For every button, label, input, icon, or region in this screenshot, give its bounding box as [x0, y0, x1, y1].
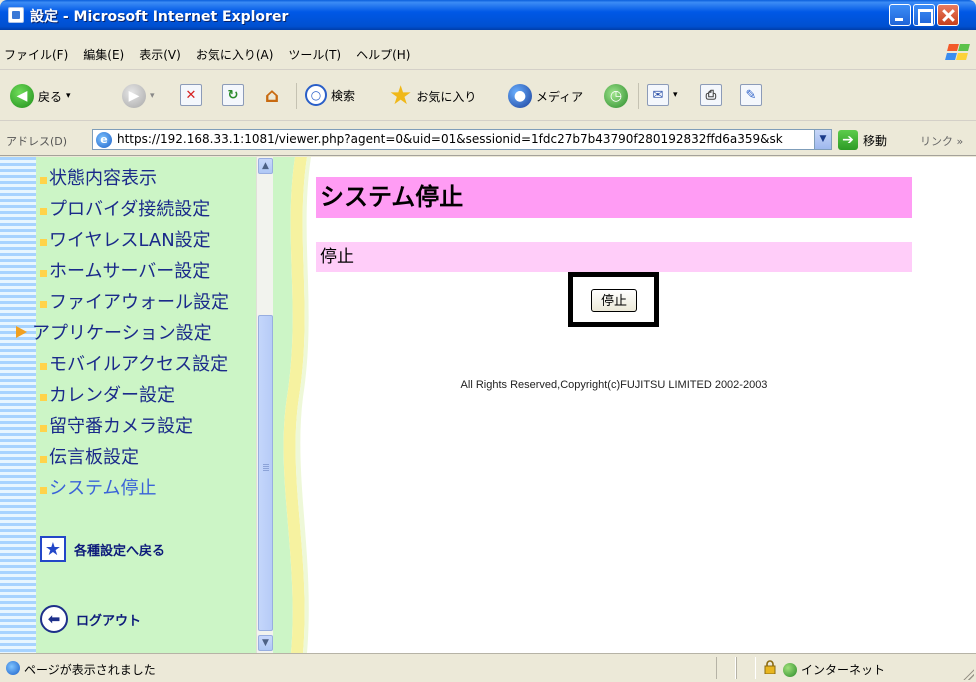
- address-url: https://192.168.33.1:1081/viewer.php?age…: [117, 132, 783, 146]
- go-arrow-icon: ➔: [838, 130, 858, 150]
- decorative-wave: [273, 157, 311, 653]
- address-label: アドレス(D): [6, 135, 68, 148]
- media-button[interactable]: ● メディア: [508, 84, 583, 108]
- address-bar: アドレス(D) e https://192.168.33.1:1081/view…: [0, 122, 976, 156]
- menu-file[interactable]: ファイル(F): [4, 46, 68, 63]
- edit-icon[interactable]: ✎: [740, 84, 762, 106]
- arrow-left-icon: ⬅: [40, 605, 68, 633]
- menu-favorites[interactable]: お気に入り(A): [196, 46, 274, 63]
- copyright-text: All Rights Reserved,Copyright(c)FUJITSU …: [460, 379, 768, 391]
- address-dropdown-icon[interactable]: ▼: [814, 130, 831, 149]
- scrollbar-thumb[interactable]: [258, 315, 273, 631]
- forward-button[interactable]: ▶ ▾: [122, 84, 155, 108]
- status-bar: ページが表示されました インターネット: [0, 653, 976, 682]
- menu-edit[interactable]: 編集(E): [83, 46, 124, 63]
- search-button[interactable]: ○ 検索: [305, 84, 355, 106]
- search-icon: ○: [305, 84, 327, 106]
- page-title: システム停止: [316, 177, 912, 218]
- stop-icon[interactable]: ✕: [180, 84, 202, 106]
- sidebar-item-calendar[interactable]: カレンダー設定: [40, 378, 229, 409]
- sidebar-item-camera[interactable]: 留守番カメラ設定: [40, 409, 229, 440]
- back-button[interactable]: ◀ 戻る ▾: [10, 84, 71, 108]
- sidebar-item-status[interactable]: 状態内容表示: [40, 161, 229, 192]
- forward-dropdown-icon[interactable]: ▾: [150, 91, 155, 101]
- status-message: ページが表示されました: [24, 663, 156, 677]
- mail-icon: ✉: [647, 84, 669, 106]
- back-dropdown-icon[interactable]: ▾: [66, 91, 71, 101]
- resize-grip-icon[interactable]: [962, 668, 974, 680]
- back-to-settings-link[interactable]: ★ 各種設定へ戻る: [40, 536, 165, 562]
- toolbar: ◀ 戻る ▾ ▶ ▾ ✕ ↻ ⌂ ○ 検索 ★ お気に入り ● メディア ◷ ✉…: [0, 71, 976, 121]
- mail-button[interactable]: ✉ ▾: [647, 84, 678, 106]
- menu-bar: ファイル(F) 編集(E) 表示(V) お気に入り(A) ツール(T) ヘルプ(…: [0, 30, 976, 70]
- forward-arrow-icon: ▶: [122, 84, 146, 108]
- window-title: 設定 - Microsoft Internet Explorer: [30, 9, 289, 25]
- back-arrow-icon: ◀: [10, 84, 34, 108]
- star-icon: ★: [40, 536, 66, 562]
- sidebar-menu: 状態内容表示 プロバイダ接続設定 ワイヤレスLAN設定 ホームサーバー設定 ファ…: [0, 157, 256, 653]
- sidebar-item-message-board[interactable]: 伝言板設定: [40, 440, 229, 471]
- scroll-up-icon[interactable]: ▲: [258, 158, 273, 174]
- page-content: 状態内容表示 プロバイダ接続設定 ワイヤレスLAN設定 ホームサーバー設定 ファ…: [0, 157, 976, 653]
- expand-triangle-icon: [16, 325, 27, 338]
- refresh-icon[interactable]: ↻: [222, 84, 244, 106]
- window-title-bar[interactable]: 設定 - Microsoft Internet Explorer: [0, 0, 976, 30]
- sidebar-item-mobile-access[interactable]: モバイルアクセス設定: [40, 347, 229, 378]
- close-button[interactable]: [937, 4, 959, 26]
- sidebar-item-system-stop[interactable]: システム停止: [40, 471, 229, 502]
- logout-link[interactable]: ⬅ ログアウト: [40, 605, 141, 633]
- media-icon: ●: [508, 84, 532, 108]
- print-icon[interactable]: ⎙: [700, 84, 722, 106]
- sidebar-item-home-server[interactable]: ホームサーバー設定: [40, 254, 229, 285]
- sidebar-item-wireless-lan[interactable]: ワイヤレスLAN設定: [40, 223, 229, 254]
- ie-page-icon: e: [96, 132, 112, 148]
- links-button[interactable]: リンク »: [920, 133, 963, 149]
- address-input[interactable]: e https://192.168.33.1:1081/viewer.php?a…: [92, 129, 832, 150]
- sidebar-item-provider[interactable]: プロバイダ接続設定: [40, 192, 229, 223]
- page-icon: [6, 661, 20, 675]
- section-heading: 停止: [316, 242, 912, 272]
- app-icon: [8, 7, 24, 23]
- scroll-down-icon[interactable]: ▼: [258, 635, 273, 651]
- sidebar-group-application[interactable]: アプリケーション設定: [10, 316, 229, 347]
- stop-button[interactable]: 停止: [591, 289, 637, 312]
- globe-icon: [783, 662, 797, 677]
- sidebar-item-firewall[interactable]: ファイアウォール設定: [40, 285, 229, 316]
- menu-help[interactable]: ヘルプ(H): [356, 46, 410, 63]
- history-icon[interactable]: ◷: [604, 84, 628, 108]
- menu-tools[interactable]: ツール(T): [288, 46, 341, 63]
- windows-logo-icon: [944, 43, 970, 61]
- security-zone: インターネット: [783, 661, 885, 678]
- minimize-button[interactable]: [889, 4, 911, 26]
- highlight-box: 停止: [568, 272, 659, 327]
- lock-icon: [764, 660, 776, 674]
- sidebar-scrollbar[interactable]: ▲ ▼: [256, 157, 273, 653]
- go-button[interactable]: ➔ 移動: [838, 130, 887, 150]
- favorites-button[interactable]: ★ お気に入り: [389, 81, 476, 111]
- mail-dropdown-icon[interactable]: ▾: [673, 90, 678, 100]
- maximize-button[interactable]: [913, 4, 935, 26]
- star-icon: ★: [389, 81, 413, 111]
- menu-view[interactable]: 表示(V): [139, 46, 181, 63]
- home-icon[interactable]: ⌂: [261, 83, 283, 107]
